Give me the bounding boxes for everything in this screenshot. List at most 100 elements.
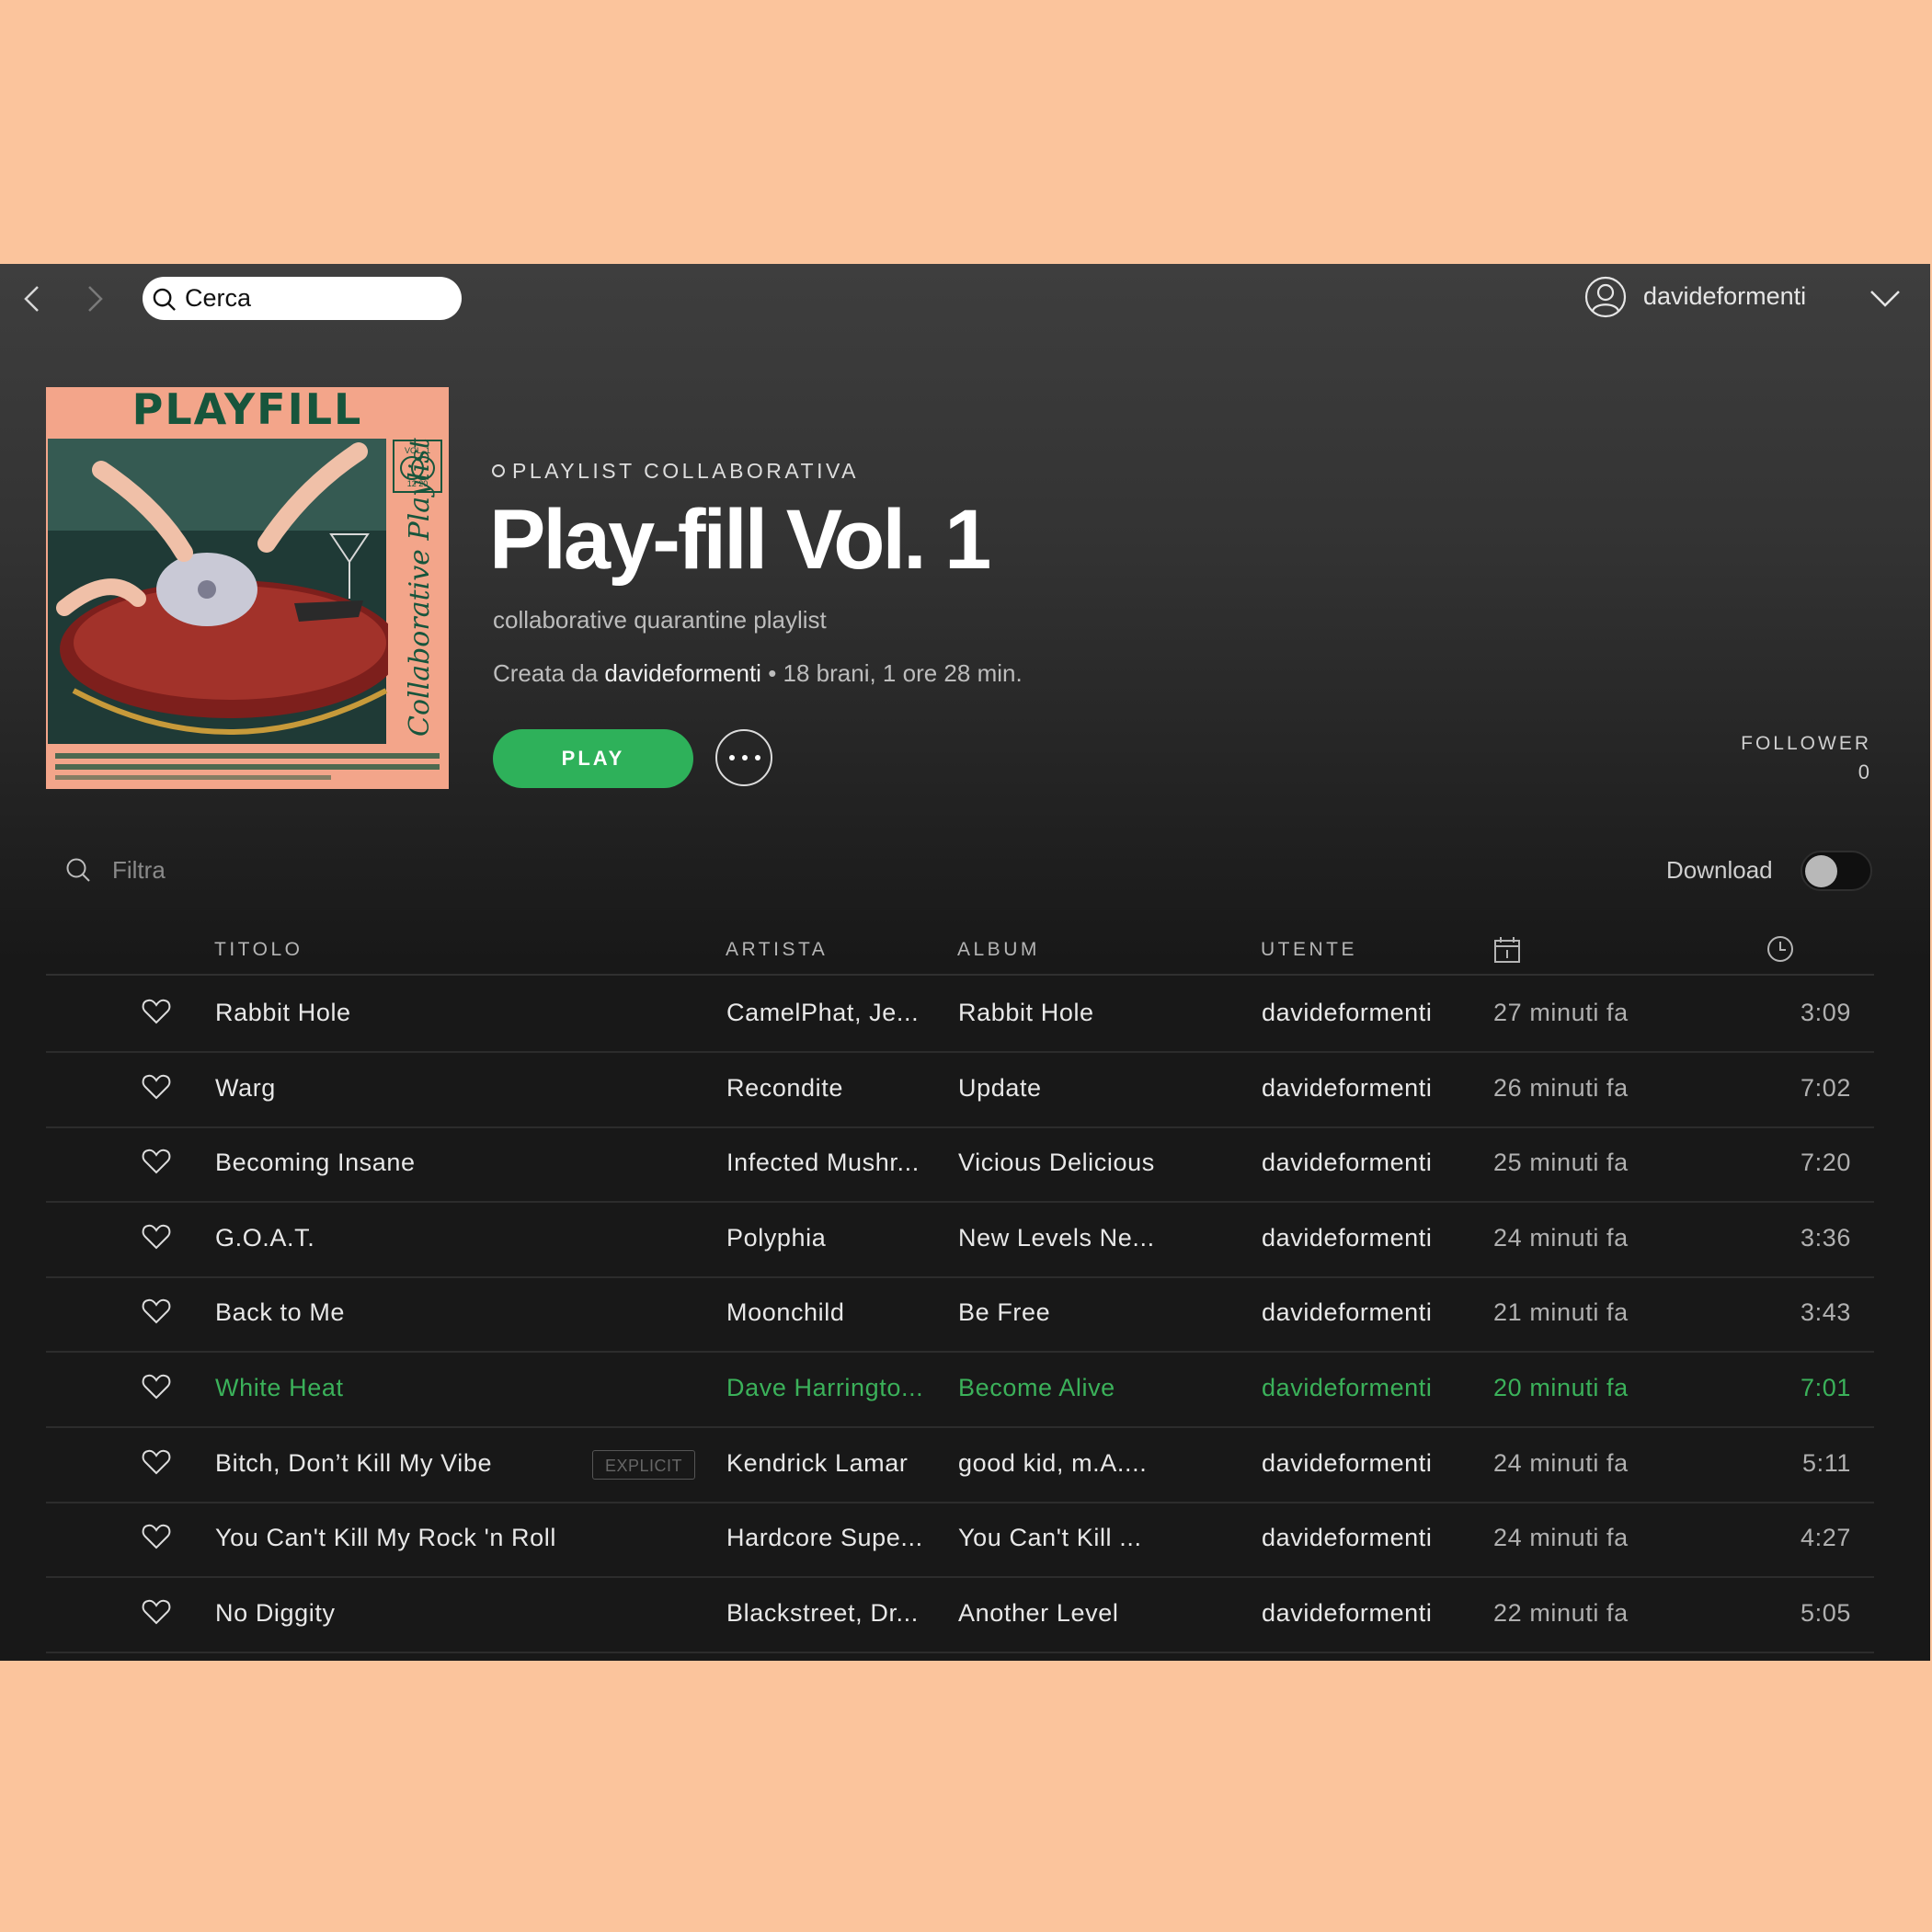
track-row[interactable]: Rabbit Hole CamelPhat, Je... Rabbit Hole da… xyxy=(46,977,1874,1053)
more-dots-icon xyxy=(729,755,735,760)
follower-label: FOLLOWER xyxy=(1741,733,1871,754)
more-dot xyxy=(742,755,748,760)
save-track-button[interactable] xyxy=(141,1296,172,1327)
search-input[interactable]: Cerca xyxy=(143,277,462,320)
track-user-link[interactable]: davideformenti xyxy=(1262,1298,1433,1327)
heart-icon xyxy=(142,1449,171,1475)
track-row[interactable]: You Can't Kill My Rock 'n Roll Hardcore S… xyxy=(46,1502,1874,1579)
track-added: 22 minuti fa xyxy=(1493,1598,1629,1627)
clock-icon xyxy=(1767,936,1793,962)
track-duration: 5:05 xyxy=(1801,1598,1851,1627)
column-added[interactable] xyxy=(1492,935,1522,970)
heart-icon xyxy=(142,1599,171,1625)
download-toggle[interactable] xyxy=(1801,851,1872,891)
save-track-button[interactable] xyxy=(141,1596,172,1628)
track-artist-link[interactable]: Infected Mushr... xyxy=(726,1149,920,1177)
top-bar: Cerca davideformenti xyxy=(0,264,1930,334)
calendar-icon xyxy=(1494,937,1520,963)
heart-icon xyxy=(142,1149,171,1174)
track-artist-link[interactable]: Dave Harringto... xyxy=(726,1374,923,1402)
track-artist-link[interactable]: Kendrick Lamar xyxy=(726,1449,908,1478)
track-duration: 3:36 xyxy=(1801,1223,1851,1252)
track-artist-link[interactable]: Recondite xyxy=(726,1074,843,1103)
track-title: Becoming Insane xyxy=(215,1149,416,1177)
track-album-link[interactable]: You Can't Kill ... xyxy=(958,1524,1142,1552)
column-duration[interactable] xyxy=(1766,934,1795,969)
cover-side-text: Collaborative Playlist xyxy=(404,437,436,737)
track-row[interactable]: White Heat Dave Harringto... Become Alive d… xyxy=(46,1352,1874,1428)
forward-button[interactable] xyxy=(75,280,112,317)
track-user-link[interactable]: davideformenti xyxy=(1262,1149,1433,1177)
track-album-link[interactable]: Vicious Delicious xyxy=(958,1149,1155,1177)
track-artist-link[interactable]: Blackstreet, Dr... xyxy=(726,1599,919,1628)
playlist-stats: • 18 brani, 1 ore 28 min. xyxy=(768,659,1023,687)
heart-icon xyxy=(142,999,171,1024)
more-options-button[interactable] xyxy=(715,729,772,786)
track-album-link[interactable]: Rabbit Hole xyxy=(958,999,1094,1027)
play-button[interactable]: PLAY xyxy=(493,729,693,788)
track-row[interactable]: Warg Recondite Update davideformenti 26 minu… xyxy=(46,1052,1874,1128)
track-row[interactable]: No Diggity Blackstreet, Dr... Another Leve… xyxy=(46,1577,1874,1653)
track-user-link[interactable]: davideformenti xyxy=(1262,1374,1433,1402)
playlist-type-label: PLAYLIST COLLABORATIVA xyxy=(512,459,859,483)
track-added: 21 minuti fa xyxy=(1493,1298,1629,1327)
save-track-button[interactable] xyxy=(141,1371,172,1402)
track-duration: 4:27 xyxy=(1801,1524,1851,1552)
created-by-label: Creata da xyxy=(493,659,599,687)
follower-count: 0 xyxy=(1858,760,1869,783)
track-title: White Heat xyxy=(215,1374,344,1401)
track-artist-link[interactable]: CamelPhat, Je... xyxy=(726,999,919,1027)
chevron-left-icon xyxy=(24,286,39,312)
track-row[interactable]: Bitch, Don’t Kill My Vibe EXPLICIT Kendric… xyxy=(46,1427,1874,1503)
track-added: 24 minuti fa xyxy=(1493,1524,1629,1552)
playlist-creator-link[interactable]: davideformenti xyxy=(604,659,761,687)
track-artist-link[interactable]: Hardcore Supe... xyxy=(726,1524,923,1552)
column-album[interactable]: ALBUM xyxy=(957,939,1040,961)
playlist-title: Play-fill Vol. 1 xyxy=(489,493,991,587)
track-album-link[interactable]: Become Alive xyxy=(958,1374,1115,1402)
column-artist[interactable]: ARTISTA xyxy=(726,939,828,961)
track-user-link[interactable]: davideformenti xyxy=(1262,1599,1433,1628)
track-album-link[interactable]: Another Level xyxy=(958,1599,1118,1628)
track-user-link[interactable]: davideformenti xyxy=(1262,1524,1433,1552)
save-track-button[interactable] xyxy=(141,1146,172,1177)
cover-title: PLAYFILL xyxy=(132,387,363,434)
explicit-badge: EXPLICIT xyxy=(592,1449,695,1480)
chevron-down-icon xyxy=(1870,291,1900,307)
track-row[interactable]: Back to Me Moonchild Be Free davideformenti… xyxy=(46,1276,1874,1354)
save-track-button[interactable] xyxy=(141,1221,172,1252)
track-user-link[interactable]: davideformenti xyxy=(1262,999,1433,1027)
track-title: Bitch, Don’t Kill My Vibe xyxy=(215,1448,493,1477)
track-album-link[interactable]: Be Free xyxy=(958,1298,1050,1327)
more-dot xyxy=(755,755,760,760)
playlist-cover-art: PLAYFILL VOL. 1 12 20 Collaborative Play… xyxy=(46,387,449,789)
toggle-knob xyxy=(1805,855,1837,887)
save-track-button[interactable] xyxy=(141,996,172,1027)
track-title: Rabbit Hole xyxy=(215,999,351,1026)
track-user-link[interactable]: davideformenti xyxy=(1262,1449,1433,1478)
heart-icon xyxy=(142,1224,171,1250)
track-album-link[interactable]: good kid, m.A.... xyxy=(958,1449,1147,1478)
track-album-link[interactable]: New Levels Ne... xyxy=(958,1224,1155,1252)
track-user-link[interactable]: davideformenti xyxy=(1262,1224,1433,1252)
track-duration: 3:09 xyxy=(1801,999,1851,1026)
track-album-link[interactable]: Update xyxy=(958,1074,1042,1103)
username: davideformenti xyxy=(1643,282,1807,310)
user-avatar-icon xyxy=(1584,276,1627,318)
save-track-button[interactable] xyxy=(141,1071,172,1103)
column-user[interactable]: UTENTE xyxy=(1261,939,1357,961)
save-track-button[interactable] xyxy=(141,1521,172,1552)
track-row[interactable]: Becoming Insane Infected Mushr... Vicious … xyxy=(46,1126,1874,1204)
save-track-button[interactable] xyxy=(141,1446,172,1478)
column-title[interactable]: TITOLO xyxy=(214,939,303,961)
back-button[interactable] xyxy=(15,280,51,317)
user-dropdown-button[interactable] xyxy=(1867,284,1903,312)
track-user-link[interactable]: davideformenti xyxy=(1262,1074,1433,1103)
playlist-description: collaborative quarantine playlist xyxy=(493,606,827,634)
track-artist-link[interactable]: Polyphia xyxy=(726,1224,826,1252)
track-row[interactable]: G.O.A.T. Polyphia New Levels Ne... davidefo… xyxy=(46,1202,1874,1278)
track-duration: 7:02 xyxy=(1801,1073,1851,1102)
playlist-cover: PLAYFILL VOL. 1 12 20 Collaborative Play… xyxy=(46,387,449,789)
track-artist-link[interactable]: Moonchild xyxy=(726,1298,844,1327)
track-added: 25 minuti fa xyxy=(1493,1149,1629,1177)
